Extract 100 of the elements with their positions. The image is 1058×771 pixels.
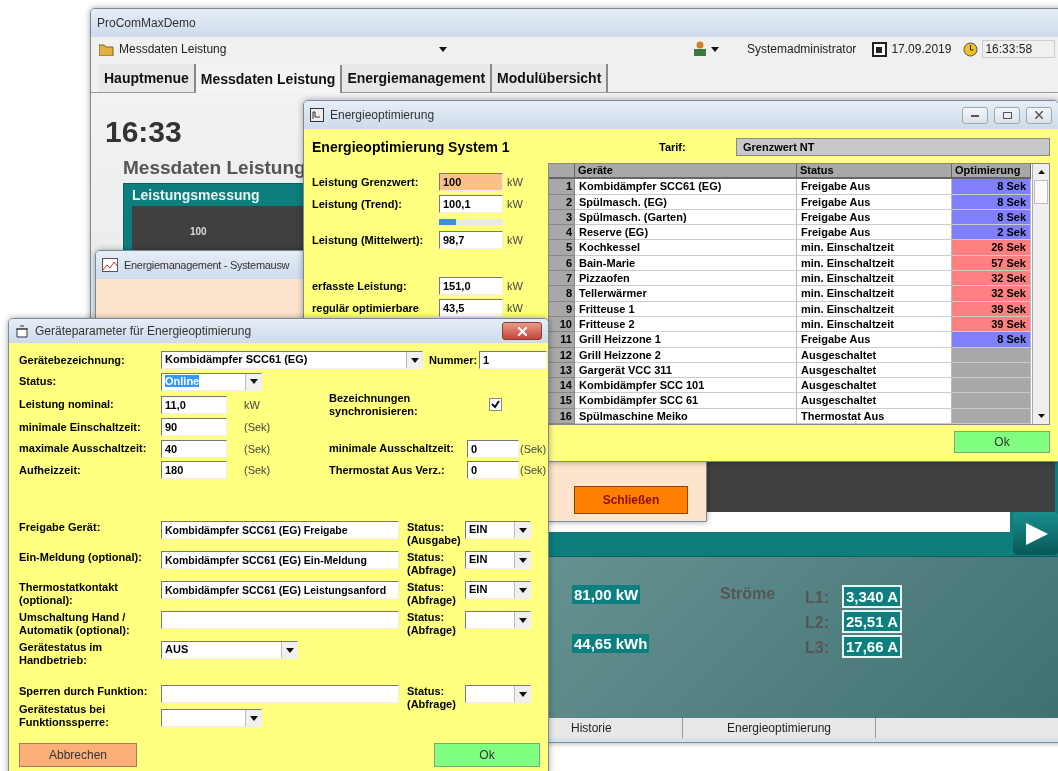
- status-dropdown[interactable]: [465, 685, 531, 703]
- table-cell: Pizzaofen: [575, 271, 797, 287]
- number-field[interactable]: 1: [479, 351, 547, 369]
- chart-icon: [102, 258, 118, 272]
- field-label: Gerätebezeichnung:: [19, 353, 126, 367]
- field-label: Leistung nominal:: [19, 398, 115, 411]
- user-icon[interactable]: [693, 41, 707, 57]
- table-cell: Kombidämpfer SCC61 (EG): [575, 179, 797, 195]
- status-dropdown[interactable]: EIN: [465, 551, 531, 569]
- time-field: 16:33:58: [982, 40, 1056, 58]
- table-cell: 8 Sek: [952, 179, 1031, 195]
- sync-checkbox[interactable]: [489, 398, 502, 411]
- status-dropdown[interactable]: EIN: [465, 581, 531, 599]
- table-cell: Grill Heizzone 1: [575, 332, 797, 348]
- value-field: 151,0: [439, 277, 503, 295]
- scroll-down-icon: [1037, 414, 1045, 418]
- field-label: Leistung (Mittelwert):: [312, 233, 425, 247]
- table-cell: Freigabe Aus: [797, 225, 952, 241]
- tab[interactable]: Energiemanagement: [342, 64, 493, 92]
- tab[interactable]: Modulübersicht: [492, 64, 609, 92]
- module-selector[interactable]: Messdaten Leistung: [119, 42, 435, 56]
- close-window-button[interactable]: Schließen: [574, 486, 688, 514]
- row-number: 15: [549, 393, 575, 409]
- minimize-icon: [971, 113, 979, 117]
- value-field[interactable]: 40: [161, 439, 227, 458]
- unit-label: kW: [507, 176, 523, 188]
- bottom-tab[interactable]: Energieoptimierung: [683, 718, 876, 738]
- value-field: 98,7: [439, 231, 503, 249]
- user-name: Systemadministrator: [747, 42, 857, 56]
- row-number: 5: [549, 240, 575, 256]
- dropdown-arrow-icon: [410, 357, 419, 363]
- table-cell: min. Einschaltzeit: [797, 286, 952, 302]
- table-cell: min. Einschaltzeit: [797, 271, 952, 287]
- row-number: 1: [549, 179, 575, 195]
- cancel-button[interactable]: Abbrechen: [19, 743, 137, 767]
- field-label: Gerätestatus im Handbetrieb:: [19, 641, 104, 667]
- window-title: Energieoptimierung: [330, 108, 435, 122]
- field-label: Status: (Abfrage): [407, 551, 457, 577]
- check-icon: [491, 400, 500, 409]
- signal-field[interactable]: Kombidämpfer SCC61 (EG) Ein-Meldung: [161, 551, 399, 569]
- unit-label: (Sek): [244, 464, 272, 477]
- value-field: 43,5: [439, 299, 503, 317]
- field-label: erfasste Leistung:: [312, 279, 408, 293]
- field-label: Umschaltung Hand / Automatik (optional):: [19, 611, 131, 637]
- value-field[interactable]: 0: [467, 461, 519, 480]
- scrollbar[interactable]: [1032, 164, 1049, 424]
- value-field[interactable]: 11,0: [161, 395, 227, 414]
- ok-button[interactable]: Ok: [434, 743, 540, 767]
- table-cell: Reserve (EG): [575, 225, 797, 241]
- status-dropdown[interactable]: [465, 611, 531, 629]
- manual-state-dropdown[interactable]: AUS: [161, 641, 298, 659]
- maximize-button[interactable]: [994, 106, 1020, 124]
- close-button[interactable]: [502, 322, 542, 340]
- field-label: Leistung (Trend):: [312, 197, 403, 211]
- table-cell: Ausgeschaltet: [797, 378, 952, 394]
- field-label: Ein-Meldung (optional):: [19, 551, 143, 564]
- play-button[interactable]: [1013, 512, 1058, 556]
- folder-icon: [99, 42, 115, 56]
- tab[interactable]: Messdaten Leistung: [195, 65, 343, 93]
- axis-tick-label: 100: [190, 226, 207, 238]
- tariff-field: Grenzwert NT: [736, 138, 1050, 156]
- value-field[interactable]: 180: [161, 461, 227, 480]
- value-field[interactable]: 0: [467, 439, 519, 458]
- unit-label: (Sek): [520, 442, 547, 455]
- energy-value: 44,65 kWh: [572, 634, 650, 653]
- lock-state-dropdown[interactable]: [161, 709, 262, 727]
- current-value: 17,66 A: [842, 635, 902, 658]
- signal-field[interactable]: Kombidämpfer SCC61 (EG) Freigabe: [161, 521, 399, 539]
- maximize-icon: [1002, 111, 1012, 119]
- field-label: Status: (Ausgabe): [407, 521, 462, 547]
- value-field[interactable]: 90: [161, 418, 227, 437]
- field-label: Bezeichnungen synchronisieren:: [329, 391, 419, 418]
- close-button[interactable]: [1026, 106, 1052, 124]
- scrollbar-thumb[interactable]: [1034, 180, 1048, 204]
- status-dropdown[interactable]: EIN: [465, 521, 531, 539]
- field-label: Status: (Abfrage): [407, 581, 457, 607]
- calendar-icon: [872, 41, 888, 57]
- ok-button[interactable]: Ok: [954, 431, 1050, 453]
- device-dropdown[interactable]: Kombidämpfer SCC61 (EG): [161, 351, 423, 369]
- table-cell: Kochkessel: [575, 240, 797, 256]
- minimize-button[interactable]: [962, 106, 988, 124]
- value-field: 100,1: [439, 195, 503, 213]
- dropdown-arrow-icon: [518, 587, 527, 593]
- signal-field[interactable]: Kombidämpfer SCC61 (EG) Leistungsanford: [161, 581, 399, 599]
- tab[interactable]: Hauptmenue: [99, 64, 196, 92]
- unit-label: (Sek): [244, 421, 272, 434]
- column-header: Status: [797, 164, 952, 180]
- field-label: minimale Einschaltzeit:: [19, 420, 142, 434]
- unit-label: kW: [244, 398, 261, 411]
- system-heading: Energieoptimierung System 1: [312, 139, 511, 155]
- unit-label: (Sek): [244, 442, 272, 455]
- dropdown-arrow-icon: [249, 379, 258, 385]
- field-label: Tarif:: [659, 140, 687, 154]
- signal-field[interactable]: [161, 611, 399, 629]
- field-label: Sperren durch Funktion:: [19, 685, 149, 698]
- dropdown-arrow-icon: [249, 715, 258, 721]
- field-label: Status: (Abfrage): [407, 611, 457, 637]
- function-lock-field[interactable]: [161, 685, 399, 703]
- dropdown-arrow-icon: [518, 691, 527, 697]
- field-label: Thermostatkontakt (optional):: [19, 581, 120, 607]
